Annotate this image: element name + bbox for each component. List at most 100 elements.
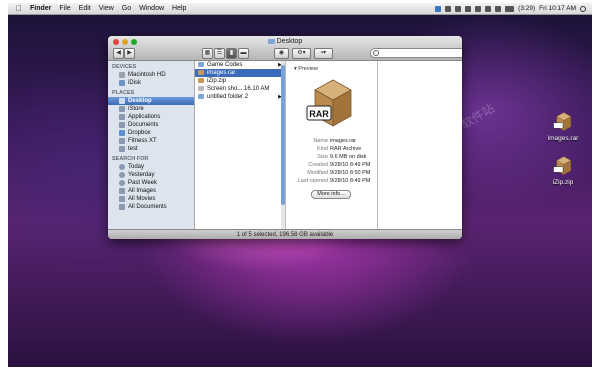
folder-icon [198,94,204,99]
folder-icon [119,146,125,152]
preview-row-modified: Modified 9/28/10 8:50 PM [286,170,374,177]
desktop-icon-images-rar[interactable]: images.rar [543,111,583,142]
window-toolbar: Desktop ◀ ▶ ▦ ☰ ▮ ▬ ◉ ⚙▾ ▪▾ [108,36,462,61]
folder-icon [267,38,275,44]
sidebar-header-search: SEARCH FOR [112,156,149,162]
preview-row-created: Created 9/28/10 8:49 PM [286,162,374,169]
sidebar-item-label: Yesterday [128,172,155,178]
file-row-izip-zip[interactable]: iZip.zip [195,77,285,85]
sidebar-item-label: All Images [128,188,157,194]
file-name: images.rar [207,70,236,76]
sidebar-item-label: All Documents [128,204,167,210]
wifi-icon[interactable] [485,5,492,12]
file-row-screenshot[interactable]: Screen sho....16.10 AM [195,85,285,93]
sidebar-item-label: Dropbox [128,130,151,136]
view-list-button[interactable]: ☰ [214,48,225,59]
scrollbar-thumb[interactable] [281,65,285,205]
sidebar-item-today[interactable]: Today [108,163,194,171]
sidebar-item-label: iStore [128,106,144,112]
preview-value: 9/28/10 8:50 PM [330,170,371,176]
menu-go[interactable]: Go [122,5,131,12]
finder-window: Desktop ◀ ▶ ▦ ☰ ▮ ▬ ◉ ⚙▾ ▪▾ DEVICES Maci… [108,36,462,239]
sidebar-item-label: Today [128,164,145,170]
sidebar-item-desktop[interactable]: Desktop [108,97,194,105]
rar-icon-text: RAR [309,109,329,119]
sidebar-item-label: iDisk [128,80,141,86]
status-icon[interactable] [465,5,472,12]
preview-value: RAR Archive [330,146,362,152]
battery-time[interactable]: (3:29) [518,5,535,12]
clock[interactable]: Fri 10:17 AM [539,5,576,12]
view-column-button[interactable]: ▮ [226,48,237,59]
sidebar-item-yesterday[interactable]: Yesterday [108,171,194,179]
menu-bar:  Finder File Edit View Go Window Help (… [8,3,592,15]
file-name: untitled folder 2 [207,94,249,100]
sidebar-item-label: Documents [128,122,159,128]
menu-file[interactable]: File [59,5,70,12]
sidebar-item-label: test [128,146,138,152]
forward-button[interactable]: ▶ [124,48,135,59]
preview-value: 9.6 MB on disk [330,154,367,160]
arrange-button[interactable]: ▪▾ [314,48,333,59]
sidebar-item-istore[interactable]: iStore [108,105,194,113]
idisk-icon [119,80,125,86]
status-icon[interactable] [435,5,442,12]
preview-header: ▾ Preview [294,66,318,72]
sidebar-item-all-documents[interactable]: All Documents [108,203,194,211]
spotlight-icon[interactable] [580,5,586,12]
window-title-text: Desktop [276,38,303,45]
smart-folder-icon [119,204,125,210]
menu-view[interactable]: View [99,5,114,12]
sidebar-item-macintosh-hd[interactable]: Macintosh HD [108,71,194,79]
sidebar-item-applications[interactable]: Applications [108,113,194,121]
menu-edit[interactable]: Edit [79,5,91,12]
window-title: Desktop [108,38,462,45]
sidebar-item-all-images[interactable]: All Images [108,187,194,195]
back-button[interactable]: ◀ [113,48,124,59]
file-row-images-rar[interactable]: images.rar [195,69,285,77]
preview-column: ▾ Preview RAR Name images.rar Kind RAR Arc… [286,61,378,229]
sidebar-item-fitness-xt[interactable]: Fitness XT [108,137,194,145]
desktop-icon-label: images.rar [547,135,579,142]
file-row-untitled-folder-2[interactable]: untitled folder 2▶ [195,93,285,101]
volume-icon[interactable] [495,5,502,12]
preview-value: 9/28/10 8:49 PM [330,178,371,184]
apple-menu-icon[interactable]:  [16,4,22,13]
rar-archive-icon [198,70,204,75]
status-icon[interactable] [455,5,462,12]
smart-folder-icon [119,188,125,194]
sidebar-item-all-movies[interactable]: All Movies [108,195,194,203]
sidebar-item-test[interactable]: test [108,145,194,153]
rar-archive-icon: RAR [306,79,352,127]
preview-row-kind: Kind RAR Archive [286,146,374,153]
preview-key: Modified [307,170,328,176]
sidebar-item-past-week[interactable]: Past Week [108,179,194,187]
view-icon-button[interactable]: ▦ [202,48,213,59]
sidebar-item-label: Applications [128,114,161,120]
menu-window[interactable]: Window [139,5,164,12]
quick-look-button[interactable]: ◉ [274,48,289,59]
bluetooth-icon[interactable] [475,5,482,12]
preview-value: 9/28/10 8:49 PM [330,162,371,168]
file-column: Game Codes▶ images.rar iZip.zip Screen s… [195,61,286,229]
sidebar-item-idisk[interactable]: iDisk [108,79,194,87]
smart-folder-icon [119,196,125,202]
status-icon[interactable] [445,5,452,12]
desktop: www.ddooo.com 多多软件站 ddooo.com  Finder F… [8,3,592,367]
sidebar-item-dropbox[interactable]: Dropbox [108,129,194,137]
search-field[interactable] [370,48,462,58]
action-gear-button[interactable]: ⚙▾ [292,48,311,59]
sidebar-item-label: Past Week [128,180,157,186]
column-scrollbar[interactable] [281,61,285,229]
menu-help[interactable]: Help [172,5,186,12]
file-row-game-codes[interactable]: Game Codes▶ [195,61,285,69]
image-file-icon [198,86,204,91]
battery-icon[interactable] [505,5,515,12]
folder-icon [198,62,204,67]
sidebar-item-documents[interactable]: Documents [108,121,194,129]
view-coverflow-button[interactable]: ▬ [238,48,249,59]
desktop-icon-izip-zip[interactable]: iZip.zip [543,155,583,186]
preview-key: Created [308,162,328,168]
app-menu-finder[interactable]: Finder [30,5,51,12]
more-info-button[interactable]: More info... [311,190,351,199]
